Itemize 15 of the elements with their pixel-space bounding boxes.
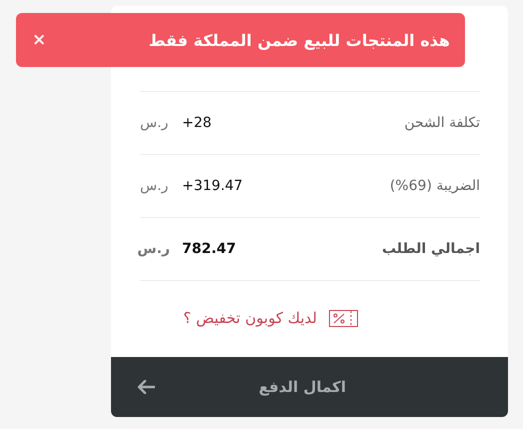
currency: ر.س [140, 241, 170, 257]
amount: +319.47 [182, 178, 243, 194]
amount: 782.47 [182, 241, 236, 257]
coupon-icon [329, 310, 358, 326]
toast-message: هذه المنتجات للبيع ضمن المملكة فقط [148, 30, 450, 50]
close-button[interactable]: × [32, 30, 46, 50]
arrow-left-icon [137, 380, 155, 394]
currency: ر.س [140, 115, 170, 131]
amount: +28 [182, 115, 212, 131]
currency: ر.س [140, 178, 170, 194]
summary-label: الضريبة (69%) [388, 178, 480, 194]
coupon-link[interactable]: لديك كوبون تخفيض ؟ [183, 309, 317, 327]
summary-label: تكلفة الشحن [403, 115, 480, 131]
checkout-button[interactable]: اكمال الدفع [111, 357, 508, 417]
summary-label: اجمالي الطلب [380, 241, 480, 257]
